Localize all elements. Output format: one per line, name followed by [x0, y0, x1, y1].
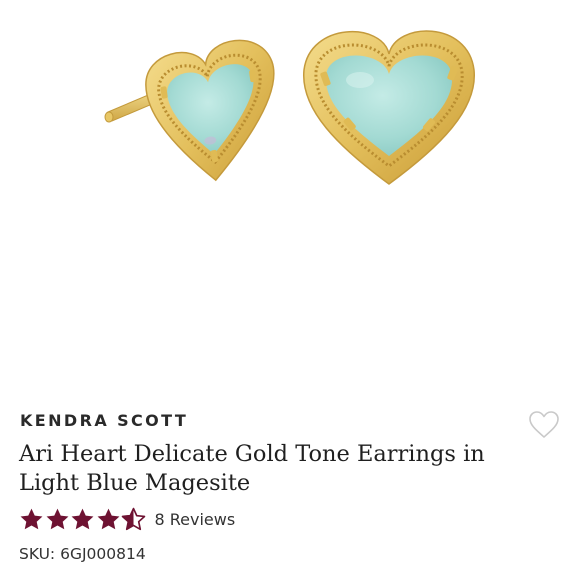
star-icon	[71, 508, 94, 529]
product-title: Ari Heart Delicate Gold Tone Earrings in…	[19, 441, 485, 496]
product-page: KENDRA SCOTT Ari Heart Delicate Gold Ton…	[0, 0, 580, 580]
heart-outline-icon	[529, 411, 559, 438]
earrings-photo	[104, 30, 475, 185]
product-image[interactable]	[0, 0, 580, 390]
star-half-icon	[121, 507, 146, 530]
left-earring	[104, 39, 275, 182]
star-icon	[20, 508, 43, 529]
rating[interactable]: 8 Reviews	[19, 505, 235, 533]
right-earring	[303, 30, 475, 185]
star-icon	[46, 508, 68, 529]
brand-name[interactable]: KENDRA SCOTT	[20, 411, 188, 430]
rating-stars	[19, 507, 147, 532]
sku-label: SKU: 6GJ000814	[19, 545, 146, 563]
wishlist-button[interactable]	[528, 410, 560, 440]
star-icon	[97, 508, 119, 529]
reviews-link[interactable]: 8 Reviews	[155, 510, 236, 529]
